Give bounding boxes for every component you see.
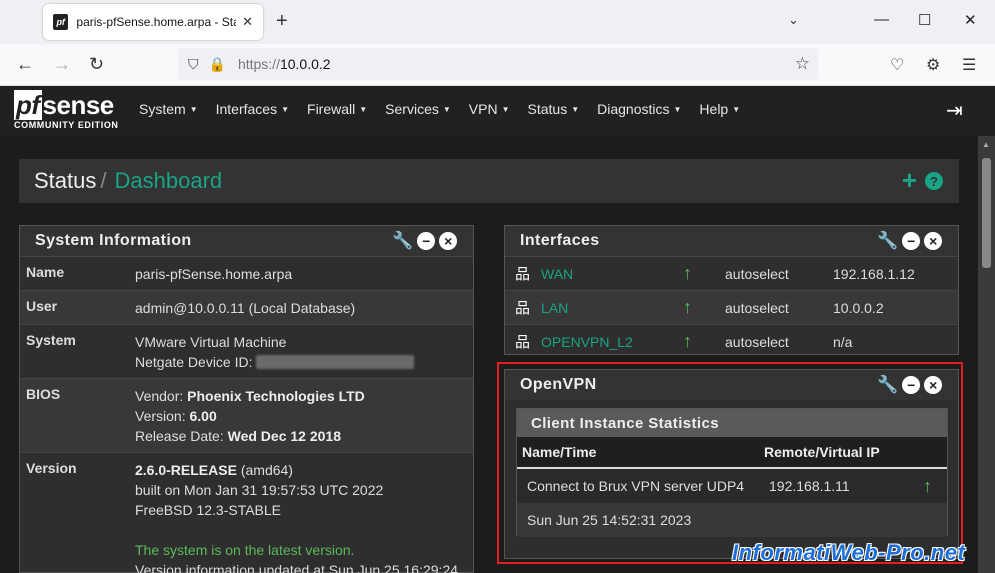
browser-tab[interactable]: pf paris-pfSense.home.arpa - Statu ✕ bbox=[43, 4, 263, 40]
browser-tab-bar: pf paris-pfSense.home.arpa - Statu ✕ + ⌄… bbox=[0, 0, 995, 44]
url-text[interactable]: https://10.0.0.2 bbox=[238, 56, 331, 72]
info-row-user: User admin@10.0.0.11 (Local Database) bbox=[20, 290, 473, 324]
status-up-arrow-icon: ↑ bbox=[683, 297, 692, 317]
minimize-panel-icon[interactable]: − bbox=[417, 232, 436, 250]
minimize-panel-icon[interactable]: − bbox=[902, 232, 921, 250]
interface-row-wan: 品 WAN ↑ autoselect 192.168.1.12 bbox=[505, 256, 958, 290]
breadcrumb: Status / Dashboard + ? bbox=[19, 159, 959, 203]
lock-icon[interactable]: 🔒 bbox=[209, 56, 226, 73]
pocket-icon[interactable]: ♡ bbox=[890, 55, 904, 75]
panel-title: System Information bbox=[35, 232, 192, 249]
new-tab-icon[interactable]: + bbox=[276, 10, 288, 32]
latest-version-status: The system is on the latest version. bbox=[135, 542, 355, 558]
scrollbar-thumb[interactable] bbox=[982, 158, 991, 268]
shield-icon[interactable]: ⛉ bbox=[188, 56, 199, 73]
network-icon: 品 bbox=[515, 334, 531, 351]
status-up-arrow-icon: ↑ bbox=[683, 331, 692, 351]
interface-link[interactable]: OPENVPN_L2 bbox=[541, 334, 683, 350]
breadcrumb-dashboard[interactable]: Dashboard bbox=[115, 168, 223, 194]
interface-row-openvpn: 品 OPENVPN_L2 ↑ autoselect n/a bbox=[505, 324, 958, 358]
browser-navigation-bar: ← → ↻ ⛉ 🔒 https://10.0.0.2 ☆ ♡ ⚙ ☰ bbox=[0, 44, 995, 86]
menu-services[interactable]: Services ▼ bbox=[376, 101, 460, 117]
wrench-icon[interactable]: 🔧 bbox=[392, 232, 413, 250]
back-arrow-icon[interactable]: ← bbox=[16, 54, 34, 74]
close-panel-icon[interactable]: × bbox=[439, 232, 458, 250]
bookmark-star-icon[interactable]: ☆ bbox=[795, 54, 810, 74]
extensions-icon[interactable]: ⚙ bbox=[926, 55, 940, 75]
close-panel-icon[interactable]: × bbox=[924, 232, 943, 250]
status-up-arrow-icon: ↑ bbox=[683, 263, 692, 283]
reload-icon[interactable]: ↻ bbox=[89, 54, 104, 74]
menu-system[interactable]: System ▼ bbox=[130, 101, 207, 117]
minimize-icon[interactable]: — bbox=[874, 11, 889, 28]
help-icon[interactable]: ? bbox=[925, 172, 943, 190]
pfsense-navbar: pf sense COMMUNITY EDITION System ▼ Interf… bbox=[0, 86, 995, 136]
info-row-version: Version 2.6.0-RELEASE (amd64) built on M… bbox=[20, 452, 473, 573]
add-widget-icon[interactable]: + bbox=[902, 167, 917, 193]
network-icon: 品 bbox=[515, 300, 531, 317]
page-scrollbar[interactable]: ▲ bbox=[978, 136, 995, 573]
interface-link[interactable]: WAN bbox=[541, 266, 683, 282]
menu-interfaces[interactable]: Interfaces ▼ bbox=[207, 101, 298, 117]
info-row-name: Name paris-pfSense.home.arpa bbox=[20, 256, 473, 290]
forward-arrow-icon[interactable]: → bbox=[53, 54, 71, 74]
hamburger-menu-icon[interactable]: ☰ bbox=[962, 55, 976, 75]
close-tab-icon[interactable]: ✕ bbox=[242, 14, 253, 30]
menu-diagnostics[interactable]: Diagnostics ▼ bbox=[588, 101, 690, 117]
breadcrumb-separator: / bbox=[100, 168, 107, 193]
menu-firewall[interactable]: Firewall ▼ bbox=[298, 101, 376, 117]
network-icon: 品 bbox=[515, 266, 531, 283]
url-bar[interactable]: ⛉ 🔒 https://10.0.0.2 ☆ bbox=[178, 48, 818, 80]
pfsense-favicon-icon: pf bbox=[53, 14, 69, 30]
window-close-icon[interactable]: ✕ bbox=[964, 11, 977, 29]
maximize-icon[interactable]: ☐ bbox=[918, 11, 931, 29]
interfaces-panel: Interfaces 🔧 − × 品 WAN ↑ autoselect 192.… bbox=[504, 225, 959, 355]
interface-link[interactable]: LAN bbox=[541, 300, 683, 316]
watermark: InformatiWeb-Pro.net bbox=[732, 540, 966, 565]
panel-title: Interfaces bbox=[520, 232, 600, 249]
logout-icon[interactable]: ⇥ bbox=[946, 98, 963, 123]
scroll-up-icon[interactable]: ▲ bbox=[982, 140, 990, 149]
breadcrumb-status[interactable]: Status bbox=[34, 168, 96, 194]
main-menu: System ▼ Interfaces ▼ Firewall ▼ Services ▼ … bbox=[130, 101, 749, 117]
redacted-device-id bbox=[256, 355, 415, 369]
wrench-icon[interactable]: 🔧 bbox=[877, 232, 898, 250]
info-row-bios: BIOS Vendor: Phoenix Technologies LTD Ve… bbox=[20, 378, 473, 452]
system-information-panel: System Information 🔧 − × Name paris-pfSe… bbox=[19, 225, 474, 573]
interface-row-lan: 品 LAN ↑ autoselect 10.0.0.2 bbox=[505, 290, 958, 324]
menu-help[interactable]: Help ▼ bbox=[690, 101, 749, 117]
info-row-system: System VMware Virtual Machine Netgate De… bbox=[20, 324, 473, 378]
pfsense-logo[interactable]: pf sense COMMUNITY EDITION bbox=[14, 90, 119, 130]
menu-vpn[interactable]: VPN ▼ bbox=[460, 101, 519, 117]
tab-title: paris-pfSense.home.arpa - Statu bbox=[76, 15, 237, 29]
list-tabs-chevron-icon[interactable]: ⌄ bbox=[788, 12, 799, 28]
menu-status[interactable]: Status ▼ bbox=[519, 101, 589, 117]
highlight-frame bbox=[497, 362, 963, 564]
